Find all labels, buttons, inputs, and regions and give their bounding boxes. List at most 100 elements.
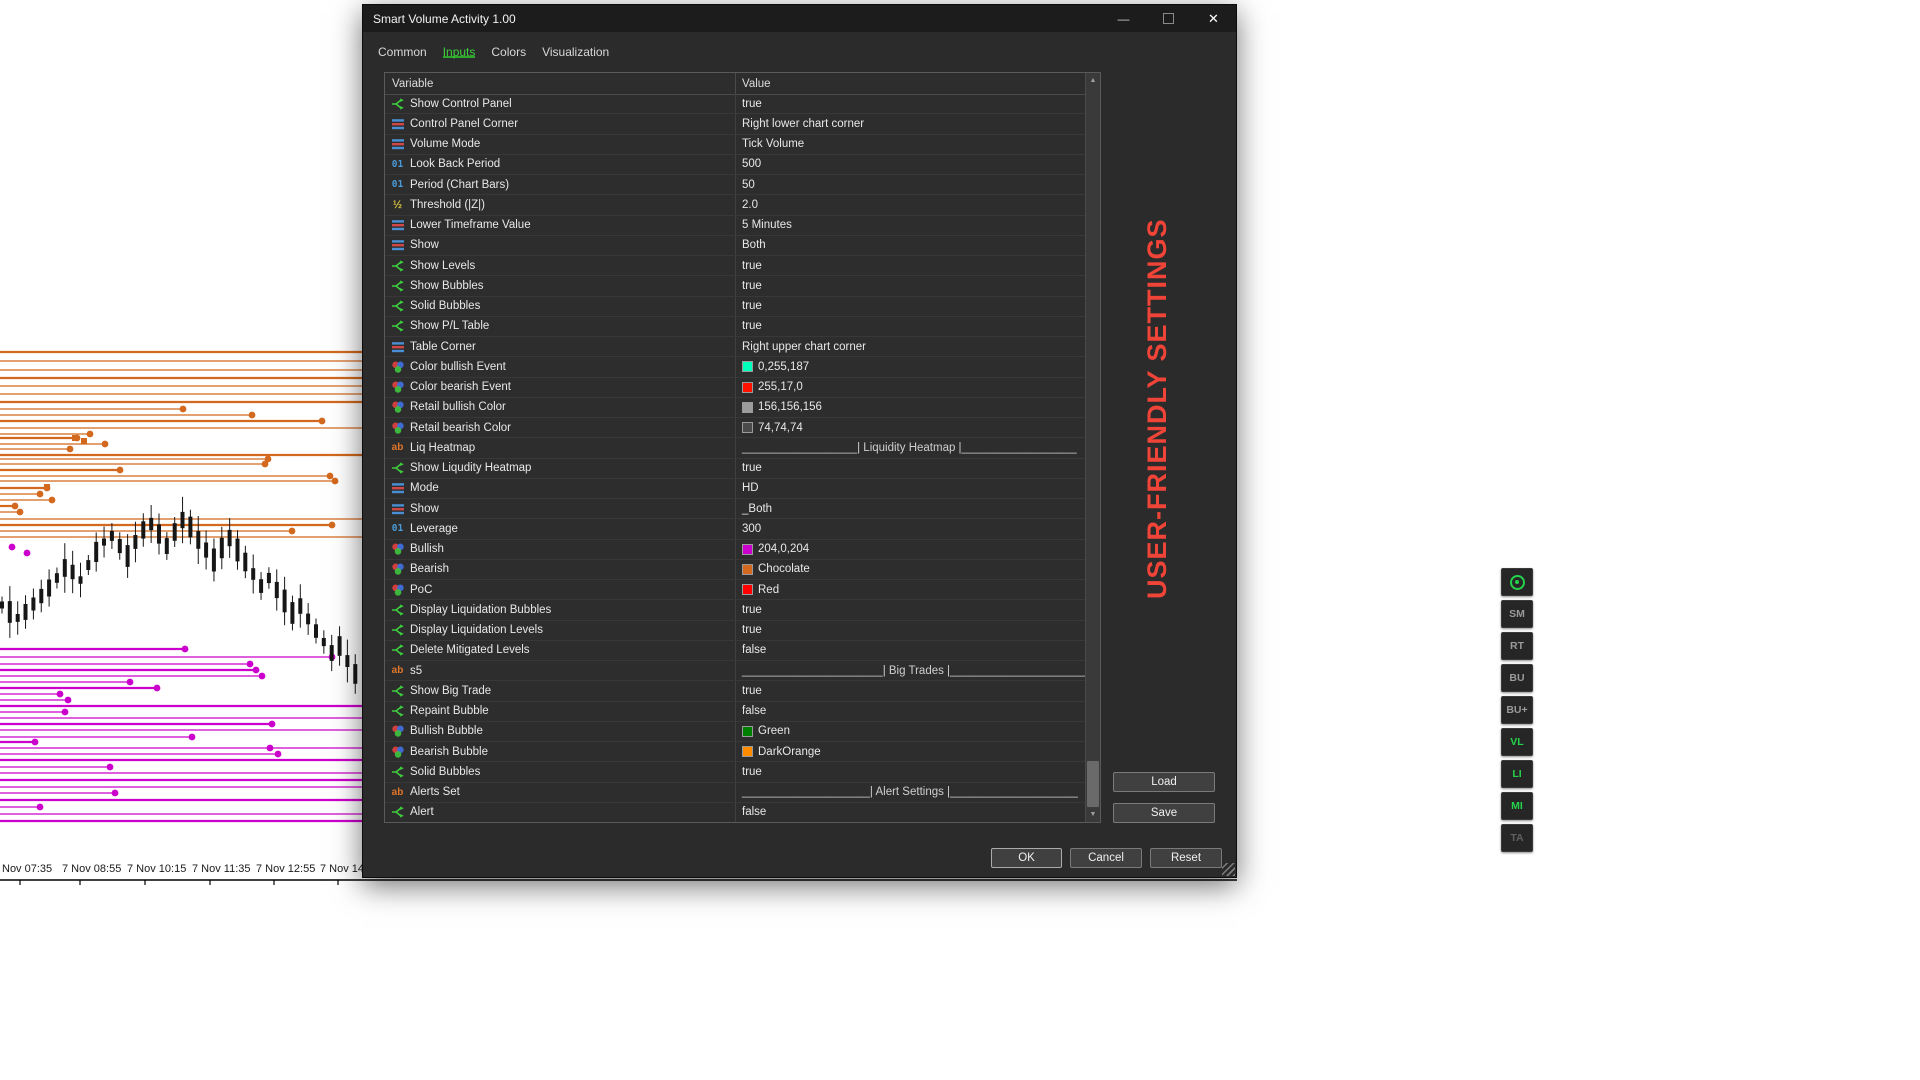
table-row[interactable]: Control Panel Corner Right lower chart co… [385, 114, 1085, 135]
dialog-titlebar[interactable]: Smart Volume Activity 1.00 — ✕ [363, 5, 1236, 32]
table-row[interactable]: Alert false [385, 802, 1085, 822]
value-cell[interactable]: __________________| Liquidity Heatmap |_… [735, 438, 1085, 458]
table-row[interactable]: Bearish Bubble DarkOrange [385, 742, 1085, 763]
column-header-value[interactable]: Value [735, 73, 1100, 94]
table-row[interactable]: Solid Bubbles true [385, 296, 1085, 317]
value-cell[interactable]: Right lower chart corner [735, 114, 1085, 134]
value-cell[interactable]: Both [735, 235, 1085, 255]
value-cell[interactable]: true [735, 600, 1085, 620]
table-row[interactable]: Show _Both [385, 499, 1085, 520]
table-row[interactable]: Color bullish Event 0,255,187 [385, 357, 1085, 378]
value-cell[interactable]: true [735, 681, 1085, 701]
save-button[interactable]: Save [1113, 803, 1215, 823]
minimize-button[interactable]: — [1101, 5, 1146, 32]
value-cell[interactable]: ______________________| Big Trades |____… [735, 661, 1085, 681]
value-cell[interactable]: Chocolate [735, 559, 1085, 579]
value-cell[interactable]: DarkOrange [735, 742, 1085, 762]
table-row[interactable]: 01 Look Back Period 500 [385, 154, 1085, 175]
value-cell[interactable]: 0,255,187 [735, 357, 1085, 377]
table-row[interactable]: Show P/L Table true [385, 316, 1085, 337]
table-row[interactable]: Delete Mitigated Levels false [385, 640, 1085, 661]
resize-grip[interactable] [1222, 863, 1235, 876]
value-cell[interactable]: true [735, 458, 1085, 478]
column-header-variable[interactable]: Variable [385, 78, 735, 90]
toolbar-button-ta[interactable]: TA [1501, 824, 1533, 852]
close-button[interactable]: ✕ [1191, 5, 1236, 32]
table-row[interactable]: Bearish Chocolate [385, 559, 1085, 580]
reset-button[interactable]: Reset [1150, 848, 1222, 868]
value-cell[interactable]: false [735, 802, 1085, 822]
toolbar-button-li[interactable]: LI [1501, 760, 1533, 788]
value-cell[interactable]: 500 [735, 154, 1085, 174]
tab-colors[interactable]: Colors [491, 45, 526, 59]
value-cell[interactable]: true [735, 256, 1085, 276]
scroll-up-arrow[interactable]: ▲ [1086, 73, 1100, 88]
table-row[interactable]: ab s5 ______________________| Big Trades |… [385, 661, 1085, 682]
table-row[interactable]: Bullish 204,0,204 [385, 539, 1085, 560]
value-cell[interactable]: ____________________| Alert Settings |__… [735, 782, 1085, 802]
table-row[interactable]: Mode HD [385, 478, 1085, 499]
table-row[interactable]: 01 Period (Chart Bars) 50 [385, 175, 1085, 196]
value-cell[interactable]: true [735, 316, 1085, 336]
toolbar-button-buplus[interactable]: BU+ [1501, 696, 1533, 724]
value-cell[interactable]: true [735, 94, 1085, 114]
table-row[interactable]: Show Big Trade true [385, 681, 1085, 702]
table-row[interactable]: Lower Timeframe Value 5 Minutes [385, 215, 1085, 236]
tab-visualization[interactable]: Visualization [542, 45, 609, 59]
table-row[interactable]: ab Alerts Set ____________________| Alert … [385, 782, 1085, 803]
value-cell[interactable]: 255,17,0 [735, 377, 1085, 397]
value-cell[interactable]: false [735, 640, 1085, 660]
value-cell[interactable]: false [735, 701, 1085, 721]
value-cell[interactable]: true [735, 620, 1085, 640]
value-cell[interactable]: true [735, 762, 1085, 782]
value-cell[interactable]: HD [735, 478, 1085, 498]
value-cell[interactable]: 156,156,156 [735, 397, 1085, 417]
value-cell[interactable]: 50 [735, 175, 1085, 195]
value-cell[interactable]: Right upper chart corner [735, 337, 1085, 357]
cancel-button[interactable]: Cancel [1070, 848, 1142, 868]
table-row[interactable]: ab Liq Heatmap __________________| Liquidi… [385, 438, 1085, 459]
scrollbar[interactable]: ▲ ▼ [1085, 73, 1100, 822]
table-row[interactable]: Repaint Bubble false [385, 701, 1085, 722]
value-cell[interactable]: 5 Minutes [735, 215, 1085, 235]
toolbar-button-sm[interactable]: SM [1501, 600, 1533, 628]
scroll-down-arrow[interactable]: ▼ [1086, 807, 1100, 822]
toolbar-button-bu[interactable]: BU [1501, 664, 1533, 692]
scroll-track[interactable] [1086, 88, 1100, 807]
table-row[interactable]: Show Control Panel true [385, 94, 1085, 115]
scroll-thumb[interactable] [1087, 761, 1099, 807]
table-row[interactable]: Display Liquidation Bubbles true [385, 600, 1085, 621]
table-row[interactable]: Color bearish Event 255,17,0 [385, 377, 1085, 398]
table-row[interactable]: Table Corner Right upper chart corner [385, 337, 1085, 358]
value-cell[interactable]: true [735, 276, 1085, 296]
value-cell[interactable]: Tick Volume [735, 134, 1085, 154]
load-button[interactable]: Load [1113, 772, 1215, 792]
table-row[interactable]: Solid Bubbles true [385, 762, 1085, 783]
table-row[interactable]: Show Levels true [385, 256, 1085, 277]
table-row[interactable]: Retail bullish Color 156,156,156 [385, 397, 1085, 418]
value-cell[interactable]: _Both [735, 499, 1085, 519]
toolbar-button-mi[interactable]: MI [1501, 792, 1533, 820]
tab-inputs[interactable]: Inputs [442, 45, 476, 59]
toolbar-button-rt[interactable]: RT [1501, 632, 1533, 660]
table-row[interactable]: Show Bubbles true [385, 276, 1085, 297]
value-cell[interactable]: Red [735, 580, 1085, 600]
table-row[interactable]: 01 Leverage 300 [385, 519, 1085, 540]
toolbar-button-vl[interactable]: VL [1501, 728, 1533, 756]
table-row[interactable]: Retail bearish Color 74,74,74 [385, 418, 1085, 439]
value-cell[interactable]: 74,74,74 [735, 418, 1085, 438]
table-row[interactable]: Show Liqudity Heatmap true [385, 458, 1085, 479]
ok-button[interactable]: OK [991, 848, 1062, 868]
value-cell[interactable]: 204,0,204 [735, 539, 1085, 559]
value-cell[interactable]: 300 [735, 519, 1085, 539]
table-row[interactable]: Bullish Bubble Green [385, 721, 1085, 742]
table-row[interactable]: Show Both [385, 235, 1085, 256]
value-cell[interactable]: Green [735, 721, 1085, 741]
table-row[interactable]: ½ Threshold (|Z|) 2.0 [385, 195, 1085, 216]
tab-common[interactable]: Common [378, 45, 427, 59]
table-row[interactable]: Volume Mode Tick Volume [385, 134, 1085, 155]
value-cell[interactable]: 2.0 [735, 195, 1085, 215]
maximize-button[interactable] [1146, 5, 1191, 32]
value-cell[interactable]: true [735, 296, 1085, 316]
toolbar-button-record[interactable] [1501, 568, 1533, 596]
